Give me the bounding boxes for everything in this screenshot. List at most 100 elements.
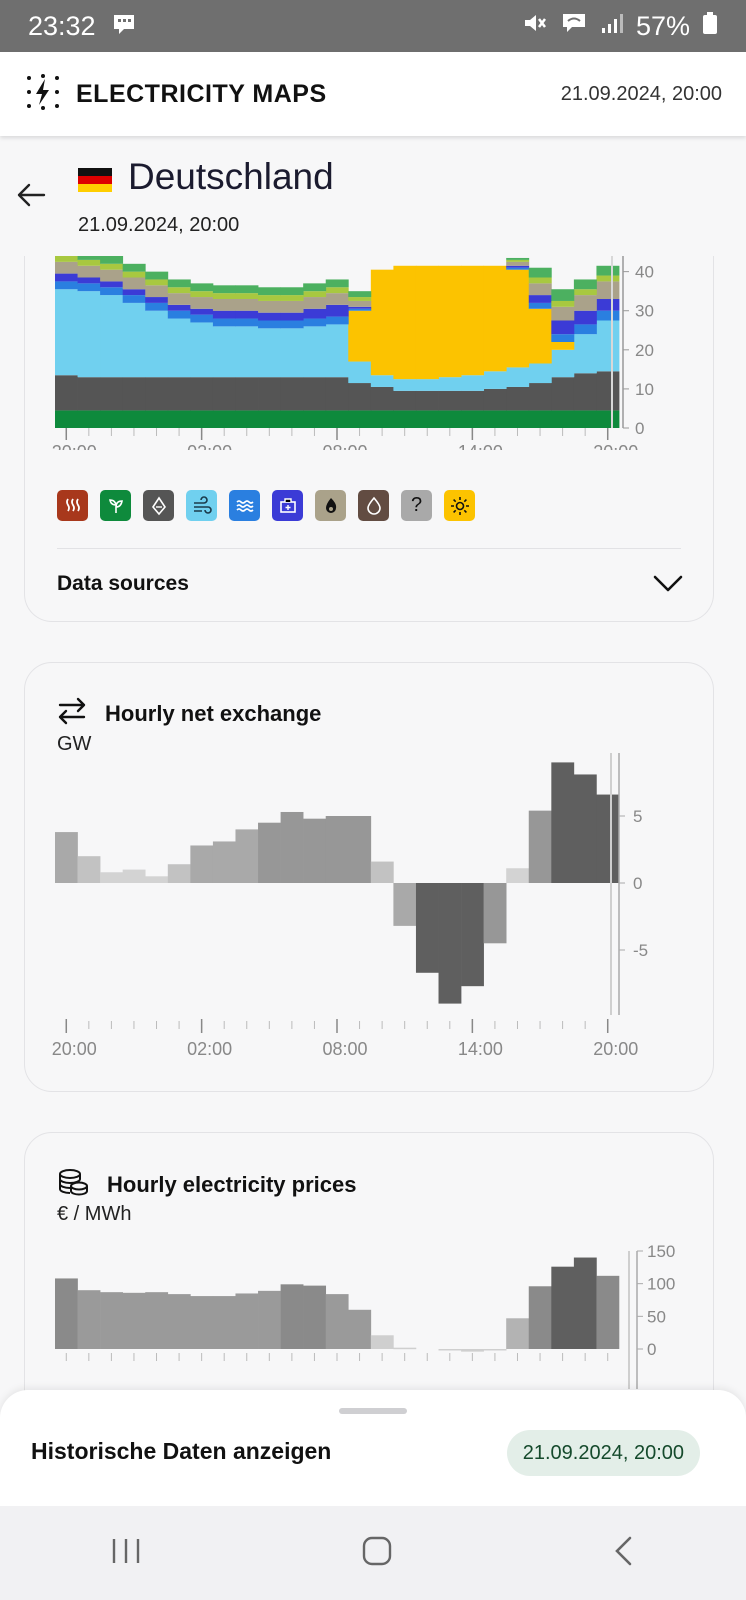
production-segment [415, 265, 439, 380]
exchange-bar [77, 856, 101, 883]
home-icon[interactable] [361, 1535, 393, 1572]
production-segment [55, 261, 78, 274]
price-bar [212, 1296, 236, 1349]
x-tick-label: 14:00 [458, 1039, 503, 1059]
nav-back-icon[interactable] [612, 1535, 636, 1572]
solar-icon[interactable] [444, 490, 475, 521]
production-segment [235, 310, 259, 319]
price-bar [370, 1335, 394, 1349]
production-segment [100, 410, 124, 428]
production-segment [551, 320, 575, 335]
production-segment [461, 390, 485, 411]
prices-card: Hourly electricity prices € / MWh 150 100… [24, 1132, 714, 1432]
production-segment [100, 256, 124, 264]
production-segment [145, 310, 169, 378]
gas-icon[interactable] [315, 490, 346, 521]
production-segment [190, 377, 214, 411]
production-segment [212, 318, 236, 327]
production-segment [77, 277, 101, 284]
production-segment [596, 320, 620, 372]
exchange-bar [393, 883, 417, 926]
production-segment [55, 410, 78, 428]
biomass-heat-icon[interactable] [57, 490, 88, 521]
bottom-sheet[interactable]: Historische Daten anzeigen 21.09.2024, 2… [0, 1390, 746, 1506]
production-segment [190, 283, 214, 292]
production-segment [55, 273, 78, 282]
production-segment [145, 285, 169, 298]
x-tick-label: 02:00 [187, 1039, 232, 1059]
storage-icon[interactable] [272, 490, 303, 521]
production-segment [235, 318, 259, 327]
production-segment [212, 326, 236, 378]
historical-date-chip[interactable]: 21.09.2024, 20:00 [506, 1430, 700, 1476]
production-segment [280, 410, 304, 428]
biomass-leaf-icon[interactable] [100, 490, 131, 521]
coal-icon[interactable] [143, 490, 174, 521]
price-bar [483, 1349, 507, 1351]
production-segment [212, 410, 236, 428]
production-segment [573, 289, 597, 296]
brand[interactable]: ELECTRICITY MAPS [24, 73, 327, 116]
recent-apps-icon[interactable] [110, 1536, 142, 1571]
production-segment [506, 257, 530, 260]
production-segment [551, 289, 575, 301]
price-bar [573, 1257, 597, 1349]
production-segment [573, 410, 597, 428]
production-segment [258, 300, 281, 313]
production-segment [325, 304, 349, 317]
production-segment [551, 300, 575, 307]
production-segment [100, 281, 124, 288]
production-segment [145, 271, 169, 280]
production-segment [370, 386, 394, 411]
production-segment [551, 342, 575, 350]
header-datetime: 21.09.2024, 20:00 [560, 82, 722, 105]
production-segment [573, 279, 597, 290]
wind-icon[interactable] [186, 490, 217, 521]
back-arrow-icon[interactable] [16, 182, 46, 213]
production-segment [506, 269, 530, 368]
production-segment [393, 379, 417, 391]
sheet-handle[interactable] [339, 1408, 407, 1414]
production-segment [235, 293, 259, 299]
exchange-bar [145, 876, 169, 883]
production-segment [190, 410, 214, 428]
wifi-calling-icon [560, 11, 588, 42]
x-tick-label: 02:00 [187, 442, 232, 450]
production-segment [167, 304, 191, 311]
production-segment [235, 285, 259, 294]
production-segment [122, 410, 146, 428]
production-segment [212, 299, 236, 311]
production-segment [370, 410, 394, 428]
production-segment [303, 297, 327, 309]
x-tick-label: 08:00 [322, 442, 367, 450]
historical-data-label[interactable]: Historische Daten anzeigen [31, 1438, 331, 1465]
production-segment [167, 279, 191, 288]
x-tick-label: 20:00 [593, 1039, 638, 1059]
production-segment [122, 263, 146, 272]
production-segment [303, 377, 327, 411]
production-segment [438, 410, 462, 428]
production-segment [573, 295, 597, 311]
y-tick-label: 40 [635, 263, 654, 282]
price-bar [461, 1349, 484, 1352]
price-bar [596, 1275, 620, 1349]
production-segment [551, 377, 575, 411]
net-exchange-card: Hourly net exchange GW 5 0 -5 20:00 02:00 08:… [24, 662, 714, 1092]
electricity-maps-logo-icon [24, 73, 62, 116]
oil-icon[interactable] [358, 490, 389, 521]
production-segment [415, 390, 439, 411]
production-segment [190, 322, 214, 378]
hydro-icon[interactable] [229, 490, 260, 521]
production-segment [303, 318, 327, 327]
production-segment [528, 267, 552, 278]
message-icon [112, 11, 136, 42]
unknown-icon[interactable]: ? [401, 490, 432, 521]
price-bar [438, 1349, 462, 1351]
production-segment [596, 265, 620, 276]
exchange-bar [55, 832, 78, 883]
production-segment [348, 300, 372, 307]
chevron-down-icon[interactable] [653, 574, 683, 599]
exchange-bar [303, 818, 327, 883]
data-sources-label[interactable]: Data sources [57, 572, 189, 596]
status-bar: 23:32 57% [0, 0, 746, 52]
